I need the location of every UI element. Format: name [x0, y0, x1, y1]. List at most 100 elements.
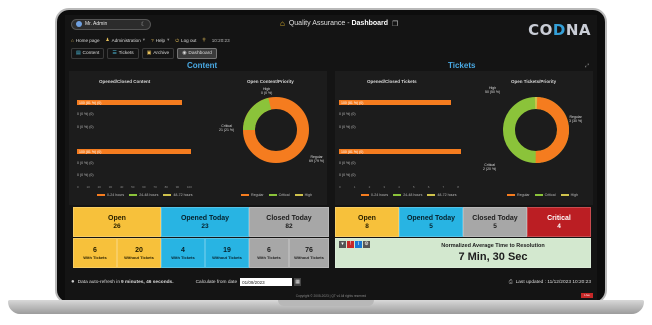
legend-item[interactable]: 48-72 hours: [163, 193, 193, 197]
legend-item[interactable]: 24-48 hours: [129, 193, 158, 197]
tab-archive[interactable]: ▣ Archive: [141, 48, 175, 59]
tickets-opened-today-tile[interactable]: Opened Today 5: [399, 207, 463, 237]
tick: 3: [383, 185, 386, 189]
expand-icon[interactable]: ⤢: [585, 63, 589, 69]
content-x-axis: 0 10 20 30 40 50 60 70 80 90 100: [77, 185, 192, 189]
tab-content[interactable]: ▤ Content: [71, 48, 105, 59]
tickets-label-critical: Critical 2 (20 %): [483, 163, 496, 171]
content-opened-today-without-tickets[interactable]: 19 Without Tickets: [205, 238, 249, 268]
tile-value: 26: [113, 222, 121, 230]
nav-administration-label: Administration: [111, 37, 141, 43]
tickets-open-tile[interactable]: Open 8: [335, 207, 399, 237]
tick: 50: [131, 185, 135, 189]
legend-item[interactable]: 0-24 hours: [97, 193, 124, 197]
nav-clock: 10:20:23: [212, 38, 230, 43]
nav-logout[interactable]: ⏻ Log out: [175, 38, 196, 43]
content-row-4: 0 (0 %) (0): [77, 173, 94, 177]
content-open-tile[interactable]: Open 26: [73, 207, 161, 237]
search-icon: ⚲: [202, 37, 206, 42]
alert-icon[interactable]: !: [347, 241, 354, 248]
content-row-1: 0 (0 %) (0): [77, 112, 94, 116]
tick: 20: [97, 185, 101, 189]
nav-help[interactable]: ? Help ▾: [151, 37, 169, 43]
content-open-with-tickets[interactable]: 6 With Tickets: [73, 238, 117, 268]
tab-archive-label: Archive: [153, 51, 170, 56]
clock-time: 10:20:23: [211, 37, 230, 43]
avatar-icon: [76, 21, 82, 27]
legend-item[interactable]: High: [560, 193, 578, 197]
tickets-closed-today-tile[interactable]: Closed Today 5: [463, 207, 527, 237]
filter-icon[interactable]: ▾: [339, 241, 346, 248]
tickets-donut-chart: [503, 97, 569, 163]
legend-item[interactable]: High: [294, 193, 312, 197]
status-bar: ● Data auto-refresh in 9 minutes, 46 sec…: [71, 277, 591, 287]
content-panel: Opened/Closed Content 100 (81 %) (0) 0 (…: [69, 71, 327, 205]
tile-label: Opened Today: [406, 214, 456, 222]
legend-item[interactable]: Critical: [268, 193, 290, 197]
content-open-without-tickets[interactable]: 20 Without Tickets: [117, 238, 161, 268]
tick: 70: [153, 185, 157, 189]
legend-item[interactable]: 0-24 hours: [361, 193, 388, 197]
tile-label: With Tickets: [83, 254, 107, 260]
tile-label: Critical: [547, 214, 571, 222]
content-icon: ▤: [76, 51, 81, 56]
tickets-bar-chart-title: Opened/Closed Tickets: [367, 79, 417, 84]
tick: 7: [442, 185, 445, 189]
tick: 0: [339, 185, 341, 189]
house-icon: ⌂: [280, 19, 285, 28]
content-donut-title: Open Content/Priority: [247, 79, 294, 84]
content-opened-today-tile[interactable]: Opened Today 23: [161, 207, 249, 237]
content-closed-today-tile[interactable]: Closed Today 82: [249, 207, 329, 237]
label-text: Critical 21 (21 %): [219, 124, 235, 132]
content-row-3: 0 (0 %) (0): [77, 161, 94, 165]
content-bar-2-label: 100 (81 %) (0): [79, 149, 102, 154]
footer: Copyright © 2005-2023 | QT v4 All rights…: [295, 294, 367, 298]
refresh-icon[interactable]: ●: [71, 279, 75, 285]
content-closed-today-with-tickets[interactable]: 6 With Tickets: [249, 238, 289, 268]
label-text: Critical 2 (20 %): [483, 163, 497, 171]
legend-item[interactable]: 24-48 hours: [393, 193, 422, 197]
calc-from-label: Calculate from date: [195, 279, 238, 285]
calendar-icon[interactable]: ▦: [294, 278, 302, 286]
help-icon: ?: [151, 37, 154, 43]
nav-search[interactable]: ⚲: [202, 37, 205, 43]
content-donut-chart: [243, 97, 309, 163]
tick: 10: [86, 185, 90, 189]
nav-administration[interactable]: ♟ Administration ▾: [106, 37, 146, 43]
content-opened-today-with-tickets[interactable]: 4 With Tickets: [161, 238, 205, 268]
tickets-section-title: Tickets: [448, 61, 476, 70]
tile-value: 6: [267, 246, 271, 254]
legend-item[interactable]: Regular: [241, 193, 264, 197]
legend-label: Regular: [251, 193, 264, 197]
legend-label: 24-48 hours: [403, 193, 423, 197]
refresh-countdown: 9 minutes, 46 seconds.: [121, 279, 174, 285]
label-text: High 50 (50 %): [485, 86, 501, 94]
settings-icon[interactable]: ⚙: [363, 241, 370, 248]
tab-tickets[interactable]: ☰ Tickets: [107, 48, 139, 59]
legend-item[interactable]: Critical: [534, 193, 556, 197]
view-tabs: ▤ Content ☰ Tickets ▣ Archive ◉ Dashboard: [71, 48, 217, 59]
legend-item[interactable]: 48-72 hours: [427, 193, 457, 197]
tile-value: 82: [285, 222, 293, 230]
legend-label: Regular: [517, 193, 530, 197]
page-title: ⌂ Quality Assurance - Dashboard ❐: [280, 19, 398, 28]
moon-icon[interactable]: ☾: [141, 21, 146, 28]
tile-label: With Tickets: [257, 254, 281, 260]
printer-icon[interactable]: ⎙: [509, 279, 513, 285]
legend-item[interactable]: Regular: [507, 193, 530, 197]
tick: 90: [175, 185, 180, 189]
tab-dashboard[interactable]: ◉ Dashboard: [177, 48, 217, 59]
nav-help-label: Help: [155, 37, 166, 43]
date-input[interactable]: 01/09/2023: [240, 278, 293, 286]
tile-value: 5: [493, 222, 497, 230]
document-icon[interactable]: ❐: [392, 20, 398, 28]
nav-home[interactable]: ⌂ Home page: [71, 38, 100, 43]
tick: 1: [353, 185, 356, 189]
tick: 2: [368, 185, 371, 189]
info-icon[interactable]: i: [355, 241, 362, 248]
user-menu[interactable]: Mr. Admin ☾: [71, 18, 151, 30]
nav-home-label: Home page: [75, 37, 100, 43]
content-closed-today-without-tickets[interactable]: 76 Without Tickets: [289, 238, 329, 268]
tab-content-label: Content: [82, 51, 100, 56]
tickets-critical-tile[interactable]: Critical 4: [527, 207, 591, 237]
